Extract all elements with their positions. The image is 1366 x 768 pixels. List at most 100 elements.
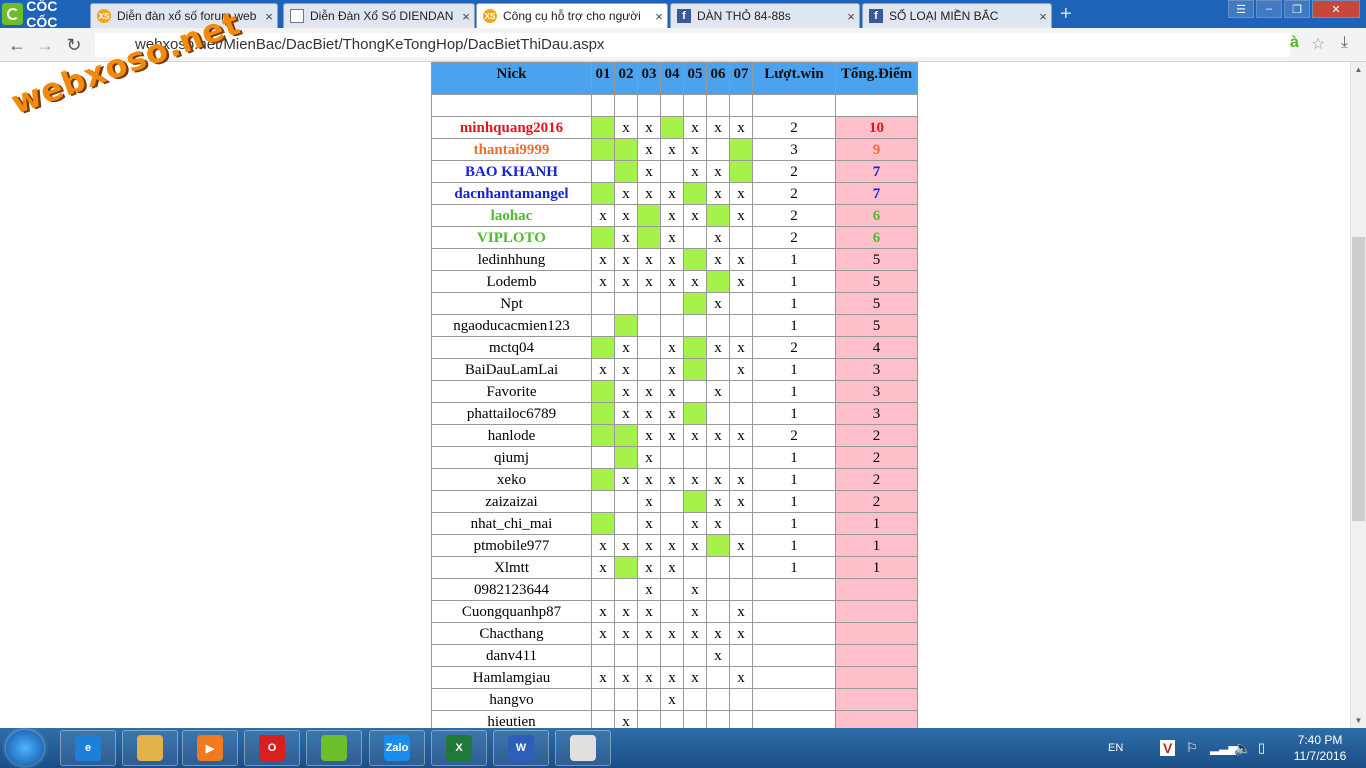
nick-cell[interactable]: BAO KHANH xyxy=(431,160,592,183)
scrollbar-thumb[interactable] xyxy=(1352,237,1365,521)
address-bar[interactable]: webxoso.net/MienBac/DacBiet/ThongKeTongH… xyxy=(95,33,1290,57)
nick-cell[interactable]: Hamlamgiau xyxy=(431,666,592,689)
day-cell: x xyxy=(591,622,615,645)
column-header[interactable]: 07 xyxy=(729,62,753,95)
tab-close-icon[interactable]: × xyxy=(843,9,859,24)
win-count-cell: 1 xyxy=(752,468,836,491)
maximize-button[interactable]: ❐ xyxy=(1284,0,1310,18)
taskbar-media-player[interactable]: ▶ xyxy=(182,730,238,766)
menu-button[interactable]: ☰ xyxy=(1228,0,1254,18)
clock-date: 11/7/2016 xyxy=(1293,749,1347,763)
nick-cell[interactable]: danv411 xyxy=(431,644,592,667)
nick-cell[interactable]: hieutien xyxy=(431,710,592,728)
day-cell: x xyxy=(637,380,661,403)
dictionary-icon[interactable]: à xyxy=(1290,34,1299,52)
tab-5[interactable]: f SỐ LOẠI MIỀN BẮC × xyxy=(862,3,1052,28)
column-header[interactable]: 03 xyxy=(637,62,661,95)
taskbar-word[interactable]: W xyxy=(493,730,549,766)
new-tab-button[interactable]: + xyxy=(1060,4,1080,24)
column-header[interactable]: 02 xyxy=(614,62,638,95)
day-cell: x xyxy=(614,182,638,205)
nick-cell[interactable]: Npt xyxy=(431,292,592,315)
tab-close-icon[interactable]: × xyxy=(458,9,474,24)
nick-cell[interactable]: Chacthang xyxy=(431,622,592,645)
nick-cell[interactable]: Favorite xyxy=(431,380,592,403)
day-cell: x xyxy=(729,622,753,645)
nick-cell[interactable]: qiumj xyxy=(431,446,592,469)
table-row: minhquang2016 x x x x x 2 10 xyxy=(431,116,918,139)
nick-cell[interactable]: Xlmtt xyxy=(431,556,592,579)
tab-4[interactable]: f DÀN THỎ 84-88s × xyxy=(670,3,860,28)
column-header[interactable]: 01 xyxy=(591,62,615,95)
column-header[interactable]: Nick xyxy=(431,62,592,95)
network-flag-icon[interactable]: ⚐ xyxy=(1186,728,1198,768)
clock[interactable]: 7:40 PM 11/7/2016 xyxy=(1280,732,1360,764)
nick-cell[interactable]: ngaoducacmien123 xyxy=(431,314,592,337)
column-header[interactable]: Lượt.win xyxy=(752,62,836,95)
nick-cell[interactable]: Lodemb xyxy=(431,270,592,293)
total-points-cell: 6 xyxy=(835,204,918,227)
nick-cell[interactable]: laohac xyxy=(431,204,592,227)
table-row: hieutien x xyxy=(431,710,918,728)
browser-logo[interactable]: CỐC CỐC xyxy=(0,0,90,30)
nick-cell[interactable]: BaiDauLamLai xyxy=(431,358,592,381)
tab-close-icon[interactable]: × xyxy=(651,9,667,24)
tab-3[interactable]: XS Công cụ hỗ trợ cho người × xyxy=(476,3,668,28)
nick-cell[interactable]: minhquang2016 xyxy=(431,116,592,139)
day-cell xyxy=(637,644,661,667)
nick-cell[interactable]: dacnhantamangel xyxy=(431,182,592,205)
day-cell: x xyxy=(706,116,730,139)
nick-cell[interactable]: Cuongquanhp87 xyxy=(431,600,592,623)
taskbar-zalo[interactable]: Zalo xyxy=(369,730,425,766)
taskbar-paint[interactable] xyxy=(555,730,611,766)
day-cell: x xyxy=(660,336,684,359)
day-cell xyxy=(729,314,753,337)
nick-cell[interactable]: ptmobile977 xyxy=(431,534,592,557)
nick-cell[interactable]: 0982123644 xyxy=(431,578,592,601)
nick-cell[interactable]: zaizaizai xyxy=(431,490,592,513)
nick-cell[interactable]: ledinhhung xyxy=(431,248,592,271)
taskbar-file-explorer[interactable] xyxy=(122,730,178,766)
taskbar-coccoc[interactable] xyxy=(306,730,362,766)
total-points-cell: 1 xyxy=(835,556,918,579)
antivirus-icon[interactable]: V xyxy=(1160,728,1176,768)
column-header[interactable]: 04 xyxy=(660,62,684,95)
minimize-button[interactable]: – xyxy=(1256,0,1282,18)
scroll-down-icon[interactable]: ▼ xyxy=(1351,713,1366,728)
column-header[interactable]: 06 xyxy=(706,62,730,95)
day-cell: x xyxy=(637,512,661,535)
reload-button[interactable]: ↻ xyxy=(63,34,85,56)
nick-cell[interactable]: xeko xyxy=(431,468,592,491)
taskbar-excel[interactable]: X xyxy=(431,730,487,766)
nick-cell[interactable]: VIPLOTO xyxy=(431,226,592,249)
nick-cell[interactable]: nhat_chi_mai xyxy=(431,512,592,535)
taskbar-internet-explorer[interactable]: e xyxy=(60,730,116,766)
download-icon[interactable]: ⤓ xyxy=(1341,34,1348,52)
close-window-button[interactable]: ✕ xyxy=(1312,0,1360,18)
nick-cell[interactable]: phattailoc6789 xyxy=(431,402,592,425)
column-header[interactable]: 05 xyxy=(683,62,707,95)
nick-cell[interactable]: mctq04 xyxy=(431,336,592,359)
win-count-cell: 1 xyxy=(752,380,836,403)
language-indicator[interactable]: EN xyxy=(1108,728,1123,768)
column-header[interactable]: Tổng.Điểm xyxy=(835,62,918,95)
start-button[interactable] xyxy=(6,730,44,766)
nick-cell[interactable]: hanlode xyxy=(431,424,592,447)
tab-title: SỐ LOẠI MIỀN BẮC xyxy=(889,9,999,23)
back-button[interactable]: ← xyxy=(6,34,28,56)
scroll-up-icon[interactable]: ▲ xyxy=(1351,62,1366,77)
battery-icon[interactable]: ▯ xyxy=(1258,728,1265,768)
tab-2[interactable]: Diễn Đàn Xổ Số DIENDAN × xyxy=(283,3,475,28)
day-cell: x xyxy=(591,534,615,557)
tab-close-icon[interactable]: × xyxy=(261,9,277,24)
nick-cell[interactable]: thantai9999 xyxy=(431,138,592,161)
bookmark-star-icon[interactable]: ☆ xyxy=(1311,34,1325,54)
day-cell xyxy=(591,688,615,711)
vertical-scrollbar[interactable]: ▲ ▼ xyxy=(1350,62,1366,728)
nick-cell[interactable]: hangvo xyxy=(431,688,592,711)
forward-button[interactable]: → xyxy=(34,34,56,56)
taskbar-opera[interactable]: O xyxy=(244,730,300,766)
volume-icon[interactable]: 🔈 xyxy=(1234,728,1251,768)
table-row: ngaoducacmien123 1 5 xyxy=(431,314,918,337)
tab-close-icon[interactable]: × xyxy=(1035,9,1051,24)
